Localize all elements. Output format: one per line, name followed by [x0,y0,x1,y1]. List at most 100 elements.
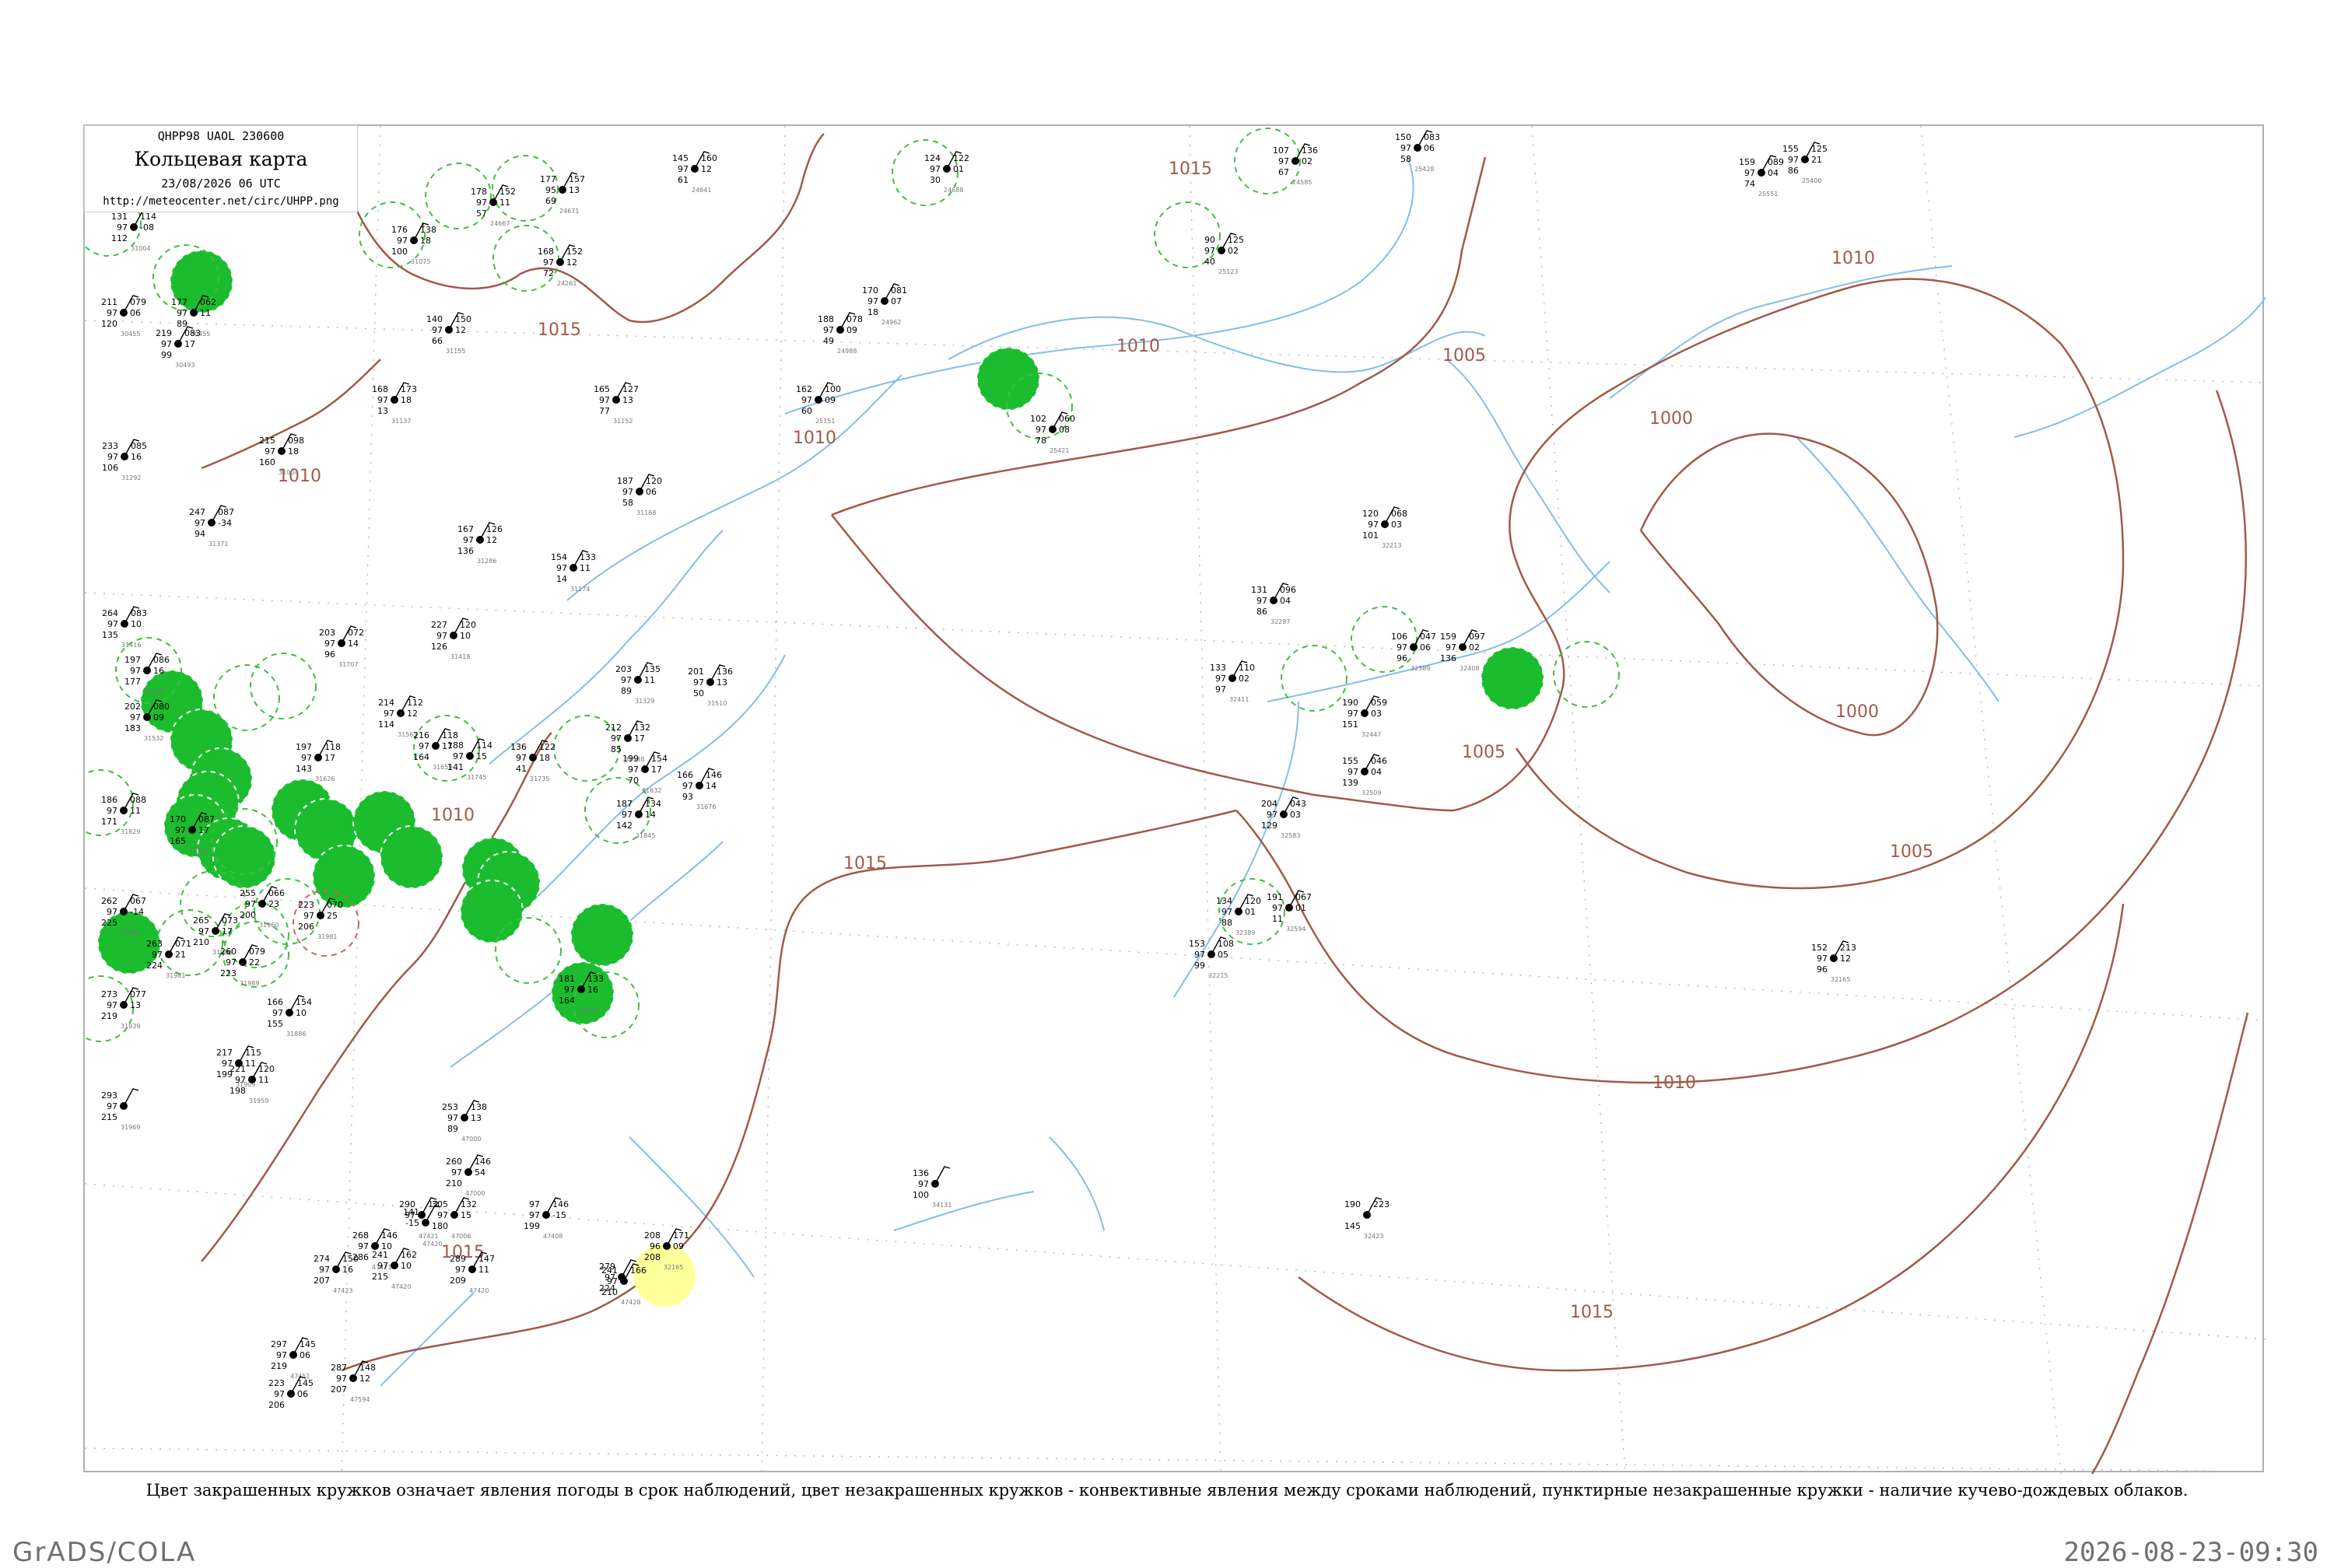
station-plot[interactable]: 26497135 08310 31416 [102,606,147,649]
station-tendency: 10 [460,631,471,641]
station-plot[interactable]: 19797177 08616 31418 [124,653,170,695]
station-plot[interactable]: 18797142 13414 31845 [616,796,661,839]
station-plot[interactable]: 190 145 223 32423 [1344,1197,1390,1240]
station-temperature: 215 [259,436,275,446]
station-dewpoint: 100 [391,247,408,257]
station-tendency: 54 [475,1167,485,1178]
station-plot[interactable]: 2019750 13613 31510 [688,664,733,707]
station-dewpoint: 89 [621,686,632,696]
station-temperature: 197 [124,655,141,665]
station-visibility: 97 [432,325,443,335]
station-plot[interactable]: 22797126 12010 31418 [431,618,476,660]
station-plot[interactable]: 15997136 09702 32408 [1440,629,1485,672]
station-plot[interactable]: 1689772 15212 24261 [538,244,583,287]
station-plot[interactable]: 28797207 14812 47594 [331,1360,376,1403]
station-plot[interactable]: 2479794 087-34 31371 [189,505,234,548]
station-visibility: 97 [1347,709,1358,719]
station-temperature: 106 [1391,632,1407,642]
station-plot[interactable]: 1599774 08904 25551 [1739,155,1784,198]
station-plot[interactable]: 1529796 21312 32165 [1811,940,1856,983]
station-temperature: 204 [1261,799,1277,809]
station-plot[interactable]: 1319786 09604 32287 [1251,583,1296,625]
station-plot[interactable]: 13397971100232411 [1210,660,1255,703]
station-pressure: 223 [1373,1199,1390,1209]
station-plot[interactable]: 1999770 15417 31632 [622,751,668,794]
station-tendency: 06 [130,308,141,318]
station-plot[interactable]: 1369710034131 [913,1166,951,1209]
station-plot[interactable]: 26097210 14654 47000 [446,1154,491,1197]
station-plot[interactable]: 1069796 04706 32389 [1391,629,1436,672]
station-plot[interactable]: 1879758 12006 31168 [617,474,662,516]
station-plot[interactable]: 1889749 07809 24988 [818,312,863,355]
station-plot[interactable]: 2539789 13813 47000 [442,1100,487,1143]
station-plot[interactable]: 297972191450647451 [271,1337,316,1380]
station-visibility: 97 [451,1167,462,1178]
station-plot[interactable]: 1079767 13602 24585 [1273,143,1318,186]
station-dewpoint: 129 [1261,821,1277,831]
station-plot[interactable]: 1689713 17318 31137 [372,382,417,425]
station-plot[interactable]: 16797136 12612 31286 [457,522,503,565]
station-plot[interactable]: 20497129 04303 32583 [1261,796,1306,839]
station-plot[interactable]: 1249730 12201 24688 [924,151,969,194]
station-plot[interactable]: 1559786 12521 25400 [1782,142,1828,184]
station-plot[interactable]: 1409766 15012 31155 [426,312,471,355]
station-plot[interactable]: 1629760 10009 25151 [796,382,841,425]
station-plot[interactable]: 15597139 04604 32509 [1342,754,1387,796]
footer-credit: GrADS/COLA [12,1537,197,1568]
station-id: 47421 [419,1233,438,1240]
station-plot[interactable]: 2039789 13511 31329 [615,662,661,705]
station-plot[interactable]: 18697171 08811 31829 [101,793,146,835]
station-plot[interactable]: 26097223 07922 31989 [220,944,265,987]
synoptic-map: 1015 1015 1010 1010 1010 1005 1000 1010 … [85,126,2266,1474]
station-plot[interactable]: 18897141 11415 31745 [447,738,492,781]
station-plot[interactable]: 1789757 15211 24667 [471,184,516,227]
station-plot[interactable]: 12097101 06803 32213 [1362,506,1407,549]
station-plot[interactable]: 1919711 06701 32594 [1267,890,1312,933]
station-plot[interactable]: 27397219 07713 31939 [101,987,146,1030]
station-plot[interactable]: 1669793 14614 31676 [677,768,722,810]
station-plot[interactable]: 22197198 12011 31959 [230,1062,275,1104]
station-tendency: 02 [1302,156,1312,166]
station-tendency: 12 [359,1374,370,1384]
filled-weather-circle [312,845,376,908]
station-visibility: 97 [1194,950,1205,960]
station-plot[interactable]: 1659777 12713 31152 [594,382,639,425]
station-plot[interactable]: 23397106 08516 31292 [102,439,147,481]
station-plot[interactable]: 19797143 11817 31626 [296,740,341,782]
station-dewpoint: 97 [1215,684,1226,695]
station-dewpoint: 206 [298,922,314,932]
station-plot[interactable]: 27497207 15016 47423 [314,1251,359,1294]
station-plot[interactable]: 13197112 114-08 31004 [111,209,156,252]
station-visibility: 97 [930,164,941,174]
map-url[interactable]: http://meteocenter.net/circ/UHPP.png [85,195,357,208]
station-tendency: 05 [1218,950,1228,960]
station-dewpoint: 86 [1256,607,1267,617]
station-plot[interactable]: 17697100 13818 31075 [391,222,436,265]
station-plot[interactable]: 21197120 07906 30455 [101,295,146,338]
station-plot[interactable]: 1709718 08107 24962 [862,283,907,326]
station-plot[interactable]: 1029778 06008 25421 [1030,411,1075,454]
station-plot[interactable]: 1369741 12218 31735 [510,740,555,782]
station-plot[interactable]: 909740 12502 25123 [1204,233,1244,275]
station-plot[interactable]: 1349788 12001 32389 [1216,894,1261,936]
station-plot[interactable]: 1779569 15713 24671 [540,172,585,215]
station-plot[interactable]: 1539799 10805 32215 [1189,936,1234,979]
station-plot[interactable]: 16697155 15410 31886 [267,995,312,1038]
station-plot[interactable]: 26397224 07121 31981 [146,936,191,979]
station-temperature: 201 [688,667,704,677]
station-plot[interactable]: 1459761 16012 24641 [672,151,717,194]
station-plot[interactable]: 29397215 31969 [101,1088,140,1131]
station-plot[interactable]: 9797199146-1547408 [524,1197,569,1240]
station-tendency: -34 [218,518,232,528]
station-plot[interactable]: 21597160 09818 31004 [259,433,304,476]
station-plot[interactable]: 2039796 07214 31707 [319,625,364,668]
station-plot[interactable]: 22397206 14506 [268,1376,314,1410]
station-plot[interactable]: 2199799 08317 30493 [156,326,201,369]
station-plot[interactable]: 22397206 07025 31981 [298,898,343,940]
station-plot[interactable]: 1549714 13311 31174 [551,550,596,593]
station-visibility: 97 [107,806,117,816]
station-plot[interactable]: 19097151 05903 32447 [1342,695,1387,738]
station-plot[interactable]: 24197215 16210 47420 [372,1248,417,1290]
station-plot[interactable]: 1509758 08306 25428 [1395,130,1440,173]
station-id: 31981 [166,972,185,979]
